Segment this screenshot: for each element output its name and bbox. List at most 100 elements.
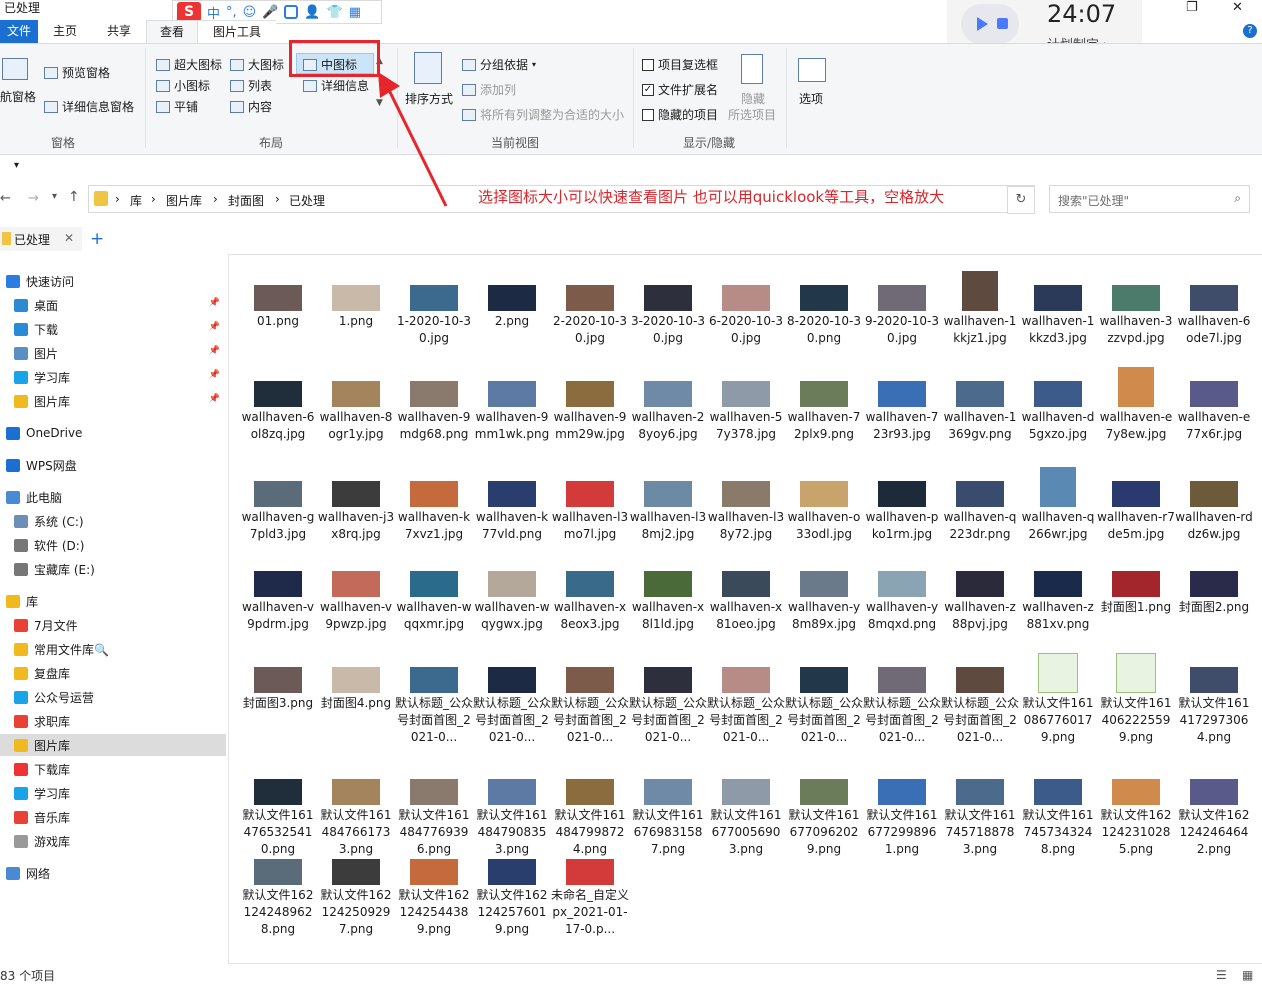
file-item[interactable]: wallhaven-wqygwx.jpg bbox=[473, 557, 551, 633]
file-item[interactable]: 默认标题_公众号封面首图_2021-0... bbox=[395, 653, 473, 746]
file-item[interactable]: wallhaven-1kkzd3.jpg bbox=[1019, 271, 1097, 347]
file-item[interactable]: 2-2020-10-30.jpg bbox=[551, 271, 629, 347]
file-item[interactable]: 默认文件1617457343248.png bbox=[1019, 765, 1097, 858]
nav-item[interactable]: 学习库 📌 bbox=[0, 366, 226, 388]
pin-icon[interactable]: 📌 bbox=[209, 322, 220, 332]
quick-access-toolbar-icon[interactable]: ▾ bbox=[14, 160, 19, 171]
item-checkboxes-toggle[interactable]: 项目复选框 bbox=[642, 56, 718, 73]
file-item[interactable]: wallhaven-9mm1wk.png bbox=[473, 367, 551, 443]
file-item[interactable]: 默认标题_公众号封面首图_2021-0... bbox=[551, 653, 629, 746]
file-item[interactable]: wallhaven-723r93.jpg bbox=[863, 367, 941, 443]
close-tab-icon[interactable]: ✕ bbox=[64, 231, 74, 245]
file-item[interactable]: wallhaven-1369gv.png bbox=[941, 367, 1019, 443]
nav-item[interactable]: 桌面 📌 bbox=[0, 294, 226, 316]
file-item[interactable]: 默认标题_公众号封面首图_2021-0... bbox=[863, 653, 941, 746]
user-icon[interactable]: 👤 bbox=[304, 5, 320, 20]
nav-item[interactable]: 快速访问 bbox=[0, 270, 226, 292]
pin-icon[interactable]: 📌 bbox=[209, 370, 220, 380]
nav-item[interactable]: 复盘库 bbox=[0, 662, 226, 684]
breadcrumb-item[interactable]: 库 bbox=[130, 192, 142, 209]
pin-icon[interactable]: 📌 bbox=[209, 298, 220, 308]
group-by-button[interactable]: 分组依据 ▾ bbox=[462, 56, 536, 73]
file-item[interactable]: 1.png bbox=[317, 271, 395, 330]
options-button[interactable]: 选项 bbox=[799, 90, 823, 107]
preview-pane-button[interactable]: 预览窗格 bbox=[44, 64, 110, 81]
breadcrumb-item[interactable]: 封面图 bbox=[228, 192, 264, 209]
file-item[interactable]: wallhaven-6ode7l.jpg bbox=[1175, 271, 1253, 347]
file-item[interactable]: 默认文件1610867760179.png bbox=[1019, 653, 1097, 746]
nav-item[interactable]: 下载库 bbox=[0, 758, 226, 780]
list-button[interactable]: 列表 bbox=[230, 77, 272, 94]
punctuation-icon[interactable]: °, bbox=[226, 5, 237, 20]
search-icon[interactable]: ⌕ bbox=[1234, 191, 1241, 206]
forward-icon[interactable]: → bbox=[28, 191, 39, 206]
keyboard-icon[interactable] bbox=[284, 5, 299, 19]
file-item[interactable]: 默认文件1621242464642.png bbox=[1175, 765, 1253, 858]
file-item[interactable]: 默认标题_公众号封面首图_2021-0... bbox=[785, 653, 863, 746]
close-button[interactable]: ✕ bbox=[1232, 0, 1243, 15]
file-item[interactable]: wallhaven-6ol8zq.jpg bbox=[239, 367, 317, 443]
file-item[interactable]: 默认标题_公众号封面首图_2021-0... bbox=[941, 653, 1019, 746]
file-item[interactable]: wallhaven-y8mqxd.png bbox=[863, 557, 941, 633]
file-item[interactable]: 默认文件1616770962029.png bbox=[785, 765, 863, 858]
file-item[interactable]: 默认文件1621242310285.png bbox=[1097, 765, 1175, 858]
file-item[interactable]: 默认文件1614172973064.png bbox=[1175, 653, 1253, 746]
nav-item[interactable]: 图片库 bbox=[0, 734, 226, 756]
nav-item[interactable]: 网络 bbox=[0, 862, 226, 884]
folder-tab[interactable]: 已处理 ✕ bbox=[0, 227, 82, 251]
file-item[interactable]: 默认文件1617457188783.png bbox=[941, 765, 1019, 858]
nav-item[interactable]: 游戏库 bbox=[0, 830, 226, 852]
hidden-items-toggle[interactable]: 隐藏的项目 bbox=[642, 106, 718, 123]
details-view-toggle-icon[interactable]: ☰ bbox=[1216, 968, 1227, 982]
file-item[interactable]: 默认文件1621242544389.png bbox=[395, 845, 473, 938]
emoji-icon[interactable]: ☺ bbox=[243, 5, 257, 20]
file-item[interactable]: 默认文件1621242509297.png bbox=[317, 845, 395, 938]
file-item[interactable]: wallhaven-v9pdrm.jpg bbox=[239, 557, 317, 633]
file-item[interactable]: wallhaven-j3x8rq.jpg bbox=[317, 467, 395, 543]
file-item[interactable]: wallhaven-1kkjz1.jpg bbox=[941, 271, 1019, 347]
nav-item[interactable]: 图片库 📌 bbox=[0, 390, 226, 412]
microphone-icon[interactable]: 🎤 bbox=[262, 5, 278, 20]
file-item[interactable]: wallhaven-l3mo7l.jpg bbox=[551, 467, 629, 543]
help-icon[interactable]: ? bbox=[1243, 24, 1257, 38]
add-columns-button[interactable]: 添加列 bbox=[462, 81, 516, 98]
breadcrumb-item[interactable]: 已处理 bbox=[289, 192, 325, 209]
breadcrumb-separator-icon[interactable]: › bbox=[213, 192, 218, 206]
play-icon[interactable] bbox=[977, 17, 988, 31]
breadcrumb-separator-icon[interactable]: › bbox=[151, 192, 156, 206]
large-icons-toggle-icon[interactable]: ▦ bbox=[1242, 968, 1253, 982]
file-item[interactable]: 3-2020-10-30.jpg bbox=[629, 271, 707, 347]
file-item[interactable]: 封面图3.png bbox=[239, 653, 317, 712]
nav-item[interactable]: WPS网盘 bbox=[0, 454, 226, 476]
file-item[interactable]: 01.png bbox=[239, 271, 317, 330]
file-item[interactable]: wallhaven-wqqxmr.jpg bbox=[395, 557, 473, 633]
file-item[interactable]: 默认文件1616770056903.png bbox=[707, 765, 785, 858]
file-item[interactable]: wallhaven-g7pld3.jpg bbox=[239, 467, 317, 543]
tab-file[interactable]: 文件 bbox=[0, 20, 38, 43]
nav-pane-button[interactable]: 导航窗格 bbox=[0, 88, 36, 105]
file-item[interactable]: wallhaven-q223dr.png bbox=[941, 467, 1019, 543]
large-icons-button[interactable]: 大图标 bbox=[230, 56, 284, 73]
file-item[interactable]: wallhaven-3zzvpd.jpg bbox=[1097, 271, 1175, 347]
ime-mode[interactable]: 中 bbox=[207, 3, 220, 22]
size-columns-button[interactable]: 将所有列调整为合适的大小 bbox=[462, 106, 624, 123]
back-icon[interactable]: ← bbox=[0, 191, 11, 206]
file-item[interactable]: 8-2020-10-30.png bbox=[785, 271, 863, 347]
file-item[interactable]: wallhaven-k77vld.png bbox=[473, 467, 551, 543]
file-item[interactable]: 默认文件1616772998961.png bbox=[863, 765, 941, 858]
nav-item[interactable]: 系统 (C:) bbox=[0, 510, 226, 532]
file-item[interactable]: wallhaven-72plx9.png bbox=[785, 367, 863, 443]
extra-large-icons-button[interactable]: 超大图标 bbox=[156, 56, 222, 73]
nav-item[interactable]: 音乐库 bbox=[0, 806, 226, 828]
tab-home[interactable]: 主页 bbox=[50, 20, 80, 43]
file-item[interactable]: 默认标题_公众号封面首图_2021-0... bbox=[707, 653, 785, 746]
file-item[interactable]: 默认文件1621242576019.png bbox=[473, 845, 551, 938]
stop-icon[interactable] bbox=[997, 18, 1008, 29]
nav-item[interactable]: 求职库 bbox=[0, 710, 226, 732]
tab-share[interactable]: 共享 bbox=[104, 20, 134, 43]
toolbox-icon[interactable]: ▦ bbox=[349, 5, 361, 20]
content-button[interactable]: 内容 bbox=[230, 98, 272, 115]
file-item[interactable]: 默认文件1616769831587.png bbox=[629, 765, 707, 858]
file-extensions-toggle[interactable]: ✓ 文件扩展名 bbox=[642, 81, 718, 98]
file-item[interactable]: wallhaven-x8l1ld.jpg bbox=[629, 557, 707, 633]
